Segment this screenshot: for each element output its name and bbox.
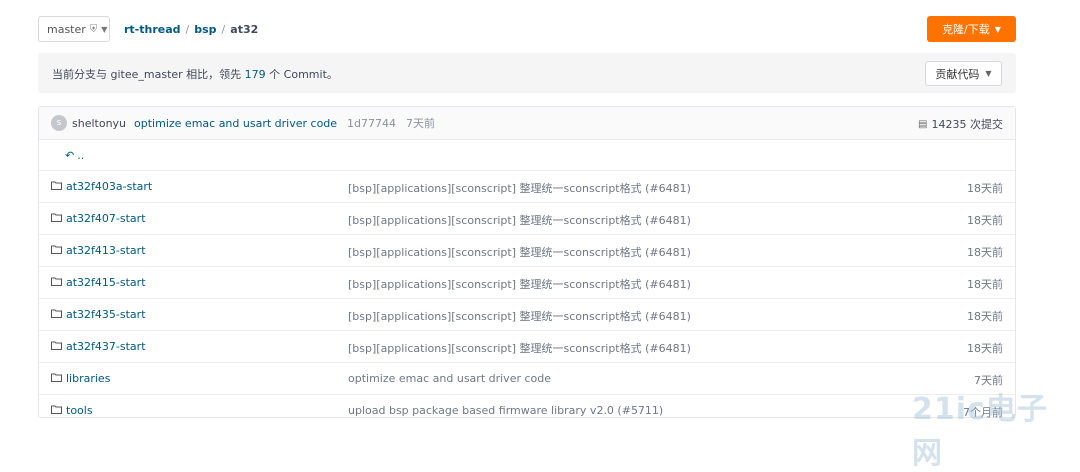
folder-icon xyxy=(51,309,62,318)
folder-name-link[interactable]: at32f413-start xyxy=(66,244,146,257)
breadcrumb: rt-thread / bsp / at32 xyxy=(124,23,258,36)
breadcrumb-repo[interactable]: rt-thread xyxy=(124,23,181,36)
folder-name-link[interactable]: at32f437-start xyxy=(66,340,146,353)
branch-name: master xyxy=(47,22,86,36)
folder-icon xyxy=(51,213,62,222)
commit-message[interactable]: optimize emac and usart driver code xyxy=(134,117,337,130)
folder-name-link[interactable]: tools xyxy=(66,404,93,417)
contribute-button[interactable]: 贡献代码 ▼ xyxy=(925,61,1002,86)
folder-name-link[interactable]: libraries xyxy=(66,372,110,385)
folder-commit-date: 18天前 xyxy=(967,214,1003,227)
folder-icon xyxy=(51,277,62,286)
folder-icon xyxy=(51,181,62,190)
commit-author[interactable]: sheltonyu xyxy=(72,117,126,130)
folder-icon xyxy=(51,245,62,254)
file-list: at32f403a-start [bsp][applications][scons… xyxy=(39,171,1015,426)
watermark-logo: 21ic电子网 xyxy=(912,392,1048,471)
clone-download-label: 克隆/下载 xyxy=(942,23,990,36)
breadcrumb-separator: / xyxy=(221,23,226,36)
chevron-down-icon: ▼ xyxy=(101,24,108,34)
folder-commit-message[interactable]: upload bsp package based firmware librar… xyxy=(348,404,663,417)
folder-commit-message[interactable]: [bsp][applications][sconscript] 整理统一scon… xyxy=(348,276,691,292)
table-row: at32f413-start [bsp][applications][sconsc… xyxy=(39,235,1015,267)
breadcrumb-separator: / xyxy=(185,23,190,36)
branch-compare-banner: 当前分支与 gitee_master 相比，领先 179 个 Commit。 贡… xyxy=(38,53,1016,93)
folder-commit-message[interactable]: [bsp][applications][sconscript] 整理统一scon… xyxy=(348,308,691,324)
commit-count: 14235 次提交 xyxy=(931,118,1004,131)
compare-suffix: 个 Commit。 xyxy=(269,68,338,81)
folder-commit-date: 18天前 xyxy=(967,342,1003,355)
folder-icon xyxy=(51,405,62,414)
folder-name-link[interactable]: at32f435-start xyxy=(66,308,146,321)
document-icon: ▤ xyxy=(918,118,928,130)
last-commit-bar: s sheltonyu optimize emac and usart driv… xyxy=(39,107,1015,140)
table-row: at32f437-start [bsp][applications][sconsc… xyxy=(39,331,1015,363)
compare-prefix: 当前分支与 gitee_master 相比，领先 xyxy=(52,68,242,81)
folder-name-link[interactable]: at32f415-start xyxy=(66,276,146,289)
avatar[interactable]: s xyxy=(51,115,67,131)
table-row: at32f403a-start [bsp][applications][scons… xyxy=(39,171,1015,203)
return-arrow-icon: ↶ xyxy=(65,148,75,162)
chevron-down-icon: ▼ xyxy=(994,24,1001,34)
branch-selector[interactable]: master ⛨ ▼ xyxy=(38,16,110,42)
shield-icon: ⛨ xyxy=(89,23,98,35)
breadcrumb-current: at32 xyxy=(230,23,259,36)
commit-time: 7天前 xyxy=(406,117,436,130)
folder-commit-date: 18天前 xyxy=(967,246,1003,259)
folder-commit-message[interactable]: [bsp][applications][sconscript] 整理统一scon… xyxy=(348,212,691,228)
folder-icon xyxy=(51,373,62,382)
table-row: tools upload bsp package based firmware l… xyxy=(39,395,1015,426)
folder-commit-date: 18天前 xyxy=(967,278,1003,291)
folder-icon xyxy=(51,341,62,350)
folder-name-link[interactable]: at32f403a-start xyxy=(66,180,152,193)
commit-count-link[interactable]: ▤ 14235 次提交 xyxy=(918,116,1003,132)
top-bar: master ⛨ ▼ rt-thread / bsp / at32 克隆/下载 … xyxy=(38,16,1016,44)
folder-commit-date: 18天前 xyxy=(967,182,1003,195)
folder-commit-message[interactable]: [bsp][applications][sconscript] 整理统一scon… xyxy=(348,340,691,356)
folder-commit-message[interactable]: optimize emac and usart driver code xyxy=(348,372,551,385)
clone-download-button[interactable]: 克隆/下载 ▼ xyxy=(927,16,1016,42)
folder-name-link[interactable]: at32f407-start xyxy=(66,212,146,225)
parent-directory-row[interactable]: ↶ .. xyxy=(39,140,1015,171)
table-row: at32f435-start [bsp][applications][sconsc… xyxy=(39,299,1015,331)
folder-commit-message[interactable]: [bsp][applications][sconscript] 整理统一scon… xyxy=(348,180,691,196)
parent-directory-link[interactable]: .. xyxy=(77,149,84,162)
commit-sha[interactable]: 1d77744 xyxy=(347,117,396,130)
table-row: at32f415-start [bsp][applications][sconsc… xyxy=(39,267,1015,299)
folder-commit-message[interactable]: [bsp][applications][sconscript] 整理统一scon… xyxy=(348,244,691,260)
compare-message: 当前分支与 gitee_master 相比，领先 179 个 Commit。 xyxy=(52,66,338,82)
file-tree: s sheltonyu optimize emac and usart driv… xyxy=(38,106,1016,419)
table-row: libraries optimize emac and usart driver … xyxy=(39,363,1015,395)
folder-commit-date: 18天前 xyxy=(967,310,1003,323)
contribute-label: 贡献代码 xyxy=(935,67,980,81)
ahead-count[interactable]: 179 xyxy=(245,68,266,81)
table-row: at32f407-start [bsp][applications][sconsc… xyxy=(39,203,1015,235)
chevron-down-icon: ▼ xyxy=(985,69,992,78)
breadcrumb-bsp[interactable]: bsp xyxy=(194,23,216,36)
